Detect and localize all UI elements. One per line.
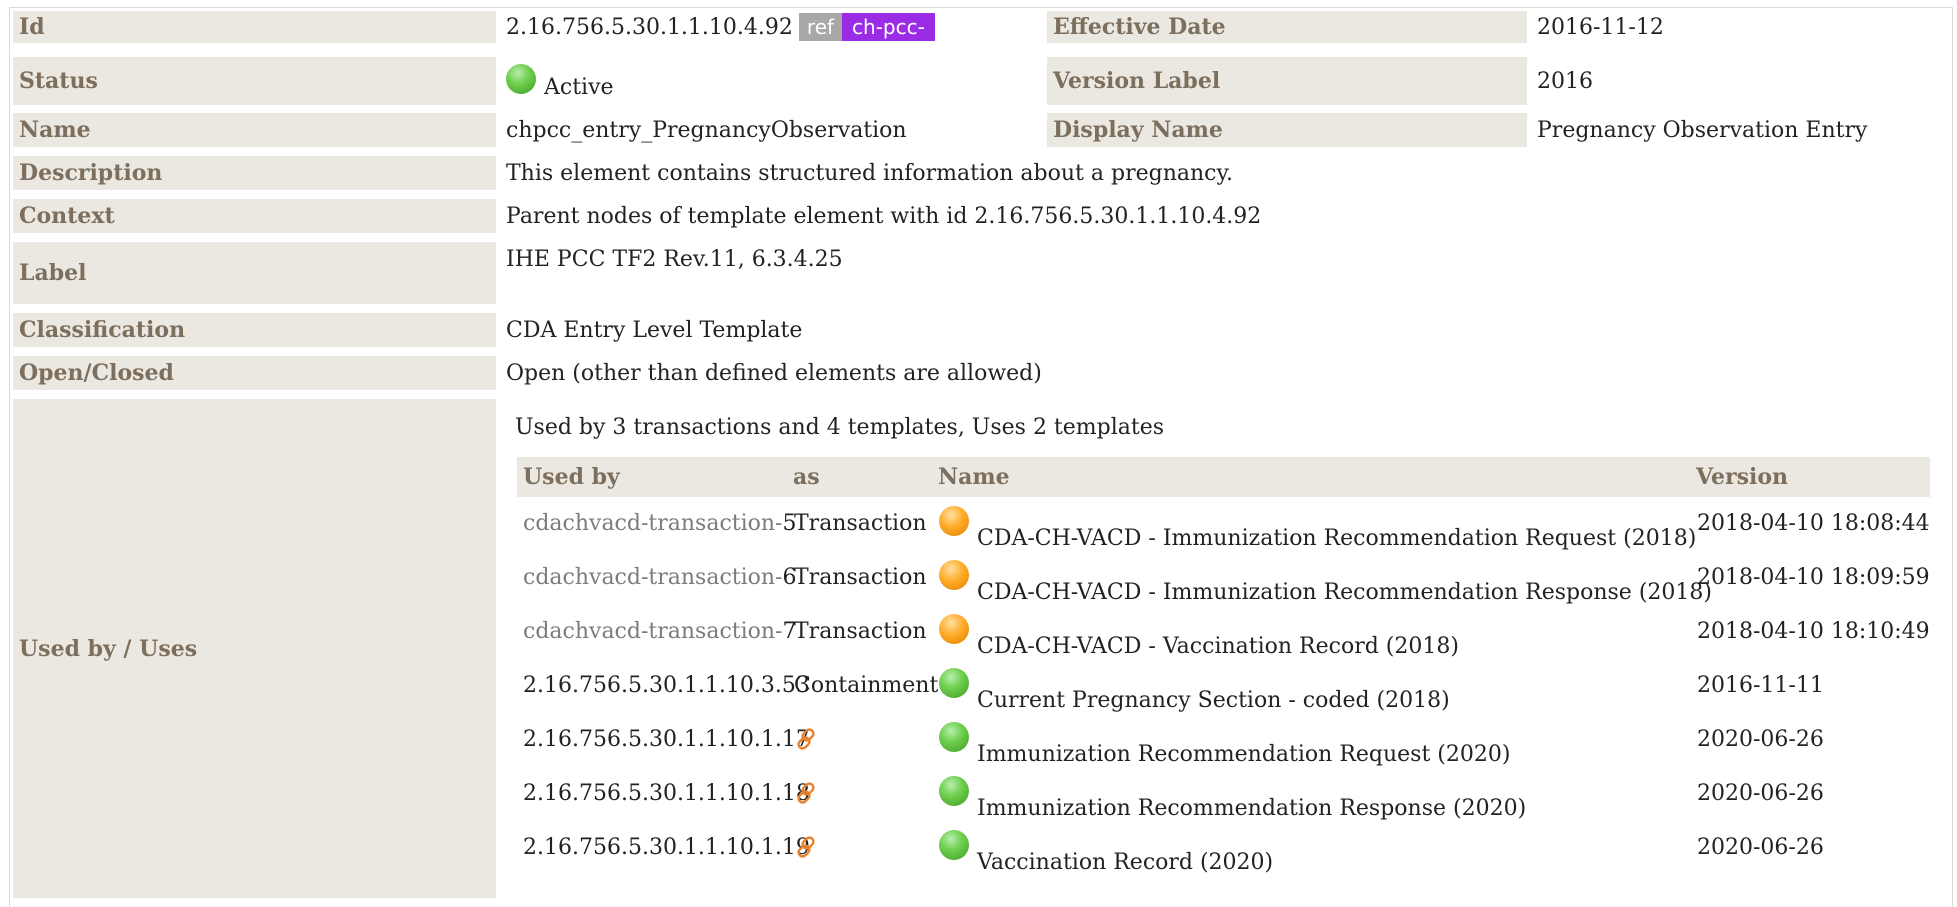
status-orange-icon: [939, 506, 969, 536]
prefix-tag[interactable]: ch-pcc-: [842, 13, 935, 41]
version-value: 2016-11-11: [1697, 673, 1824, 698]
status-green-icon: [939, 668, 969, 698]
chain-link-icon[interactable]: [794, 781, 818, 811]
template-name-cell[interactable]: Immunization Recommendation Request (202…: [939, 722, 1510, 767]
id-value-cell: 2.16.756.5.30.1.1.10.4.92 ref ch-pcc-: [506, 11, 935, 43]
description-label: Description: [13, 156, 496, 190]
used-by-link[interactable]: cdachvacd-transaction-7: [523, 619, 797, 644]
template-name-cell[interactable]: CDA-CH-VACD - Vaccination Record (2018): [939, 614, 1459, 659]
name-value: chpcc_entry_PregnancyObservation: [506, 117, 907, 143]
template-name-cell[interactable]: Vaccination Record (2020): [939, 830, 1273, 875]
effective-date-label: Effective Date: [1047, 11, 1527, 43]
version-value: 2018-04-10 18:09:59: [1697, 565, 1930, 590]
version-label-value: 2016: [1537, 68, 1593, 94]
version-value: 2018-04-10 18:10:49: [1697, 619, 1930, 644]
version-value: 2020-06-26: [1697, 727, 1824, 752]
label-value: IHE PCC TF2 Rev.11, 6.3.4.25: [506, 246, 843, 272]
ref-tag: ref: [798, 13, 843, 41]
template-name-cell[interactable]: CDA-CH-VACD - Immunization Recommendatio…: [939, 506, 1696, 551]
name-label: Name: [13, 113, 496, 147]
chain-link-icon[interactable]: [794, 835, 818, 865]
used-by-link[interactable]: 2.16.756.5.30.1.1.10.3.53: [523, 673, 810, 698]
classification-value: CDA Entry Level Template: [506, 317, 803, 343]
as-value: Transaction: [794, 619, 927, 644]
column-header-as: as: [787, 457, 932, 497]
used-by-link[interactable]: 2.16.756.5.30.1.1.10.1.19: [523, 835, 810, 860]
status-value: Active: [544, 74, 614, 100]
context-value: Parent nodes of template element with id…: [506, 203, 1262, 229]
used-by-uses-label: Used by / Uses: [13, 399, 496, 898]
column-header-name: Name: [932, 457, 1690, 497]
used-by-link[interactable]: 2.16.756.5.30.1.1.10.1.17: [523, 727, 810, 752]
classification-label: Classification: [13, 313, 496, 347]
status-label: Status: [13, 57, 496, 105]
label-label: Label: [13, 242, 496, 304]
chain-link-icon[interactable]: [794, 727, 818, 757]
used-by-link[interactable]: cdachvacd-transaction-5: [523, 511, 797, 536]
table-row: 2.16.756.5.30.1.1.10.1.18 Immunization R…: [517, 776, 1930, 825]
status-green-icon: [939, 776, 969, 806]
status-orange-icon: [939, 560, 969, 590]
id-value: 2.16.756.5.30.1.1.10.4.92: [506, 14, 793, 40]
effective-date-value: 2016-11-12: [1537, 14, 1664, 40]
version-value: 2020-06-26: [1697, 781, 1824, 806]
column-header-used-by: Used by: [517, 457, 787, 497]
version-value: 2018-04-10 18:08:44: [1697, 511, 1930, 536]
used-by-link[interactable]: cdachvacd-transaction-6: [523, 565, 797, 590]
template-name-cell[interactable]: CDA-CH-VACD - Immunization Recommendatio…: [939, 560, 1712, 605]
template-name-cell[interactable]: Current Pregnancy Section - coded (2018): [939, 668, 1450, 713]
status-orange-icon: [939, 614, 969, 644]
as-value: Containment: [794, 673, 939, 698]
table-row: cdachvacd-transaction-5 Transaction CDA-…: [517, 506, 1930, 555]
status-green-icon: [939, 830, 969, 860]
table-row: 2.16.756.5.30.1.1.10.1.19 Vaccination Re…: [517, 830, 1930, 879]
table-row: 2.16.756.5.30.1.1.10.1.17 Immunization R…: [517, 722, 1930, 771]
template-name-cell[interactable]: Immunization Recommendation Response (20…: [939, 776, 1526, 821]
column-header-version: Version: [1690, 457, 1930, 497]
display-name-label: Display Name: [1047, 113, 1527, 147]
table-row: cdachvacd-transaction-7 Transaction CDA-…: [517, 614, 1930, 663]
version-value: 2020-06-26: [1697, 835, 1824, 860]
open-closed-value: Open (other than defined elements are al…: [506, 360, 1042, 386]
status-green-icon: [506, 64, 536, 94]
status-green-icon: [939, 722, 969, 752]
description-value: This element contains structured informa…: [506, 160, 1233, 186]
usage-summary: Used by 3 transactions and 4 templates, …: [515, 414, 1165, 440]
id-label: Id: [13, 11, 496, 43]
open-closed-label: Open/Closed: [13, 356, 496, 390]
table-row: cdachvacd-transaction-6 Transaction CDA-…: [517, 560, 1930, 609]
status-value-cell: Active: [506, 57, 614, 105]
version-label-label: Version Label: [1047, 57, 1527, 105]
table-row: 2.16.756.5.30.1.1.10.3.53 Containment Cu…: [517, 668, 1930, 717]
display-name-value: Pregnancy Observation Entry: [1537, 117, 1868, 143]
as-value: Transaction: [794, 511, 927, 536]
as-value: Transaction: [794, 565, 927, 590]
used-by-link[interactable]: 2.16.756.5.30.1.1.10.1.18: [523, 781, 810, 806]
context-label: Context: [13, 199, 496, 233]
